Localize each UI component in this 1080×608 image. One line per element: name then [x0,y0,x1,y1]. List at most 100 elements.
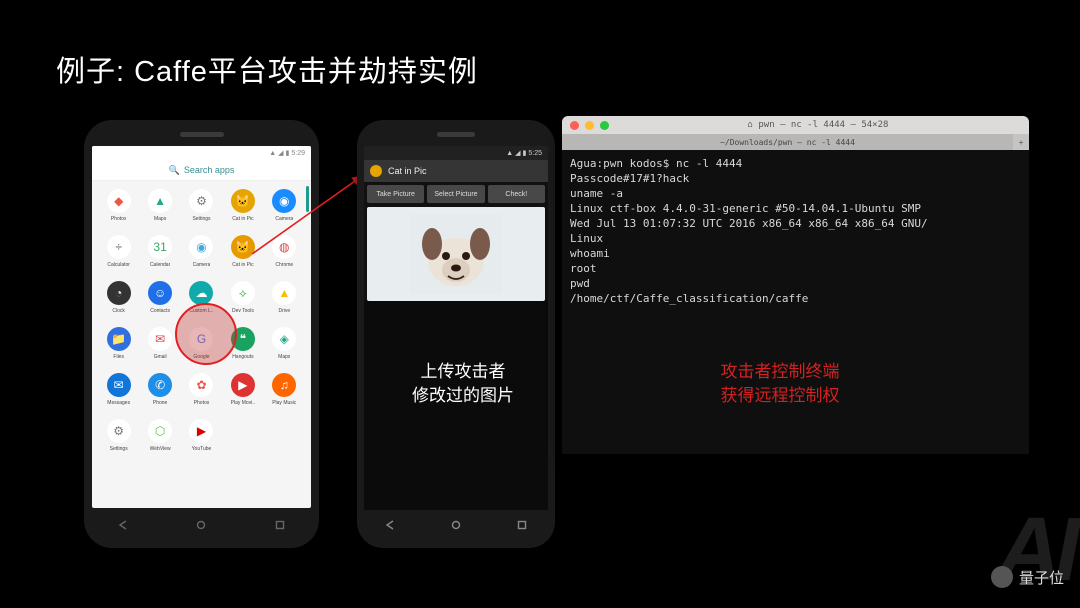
app-chrome[interactable]: ◍Chrome [265,235,303,268]
app-settings[interactable]: ⚙ Settings [182,189,220,222]
app-phone[interactable]: ✆Phone [141,373,179,406]
app-label: Play Music [272,400,296,406]
nav-recent-icon[interactable] [274,519,286,531]
app-photos[interactable]: ✿ Photos [182,373,220,406]
app-icon: 🐱 [231,189,255,213]
app-label: Clock [112,308,125,314]
nav-home-icon[interactable] [195,519,207,531]
app-label: Play Movi.. [231,400,255,406]
app-play-movi-[interactable]: ▶ Play Movi.. [224,373,262,406]
uploaded-image [367,207,545,301]
app-gmail[interactable]: ✉ Gmail [141,327,179,360]
search-apps[interactable]: 🔍 Search apps [92,160,311,181]
minimize-icon[interactable] [585,121,594,130]
app-label: Photos [194,400,210,406]
app-clock[interactable]: ◔ Clock [100,281,138,314]
app-maps[interactable]: ▲ Maps [141,189,179,222]
app-label: Maps [154,216,166,222]
wifi-icon: ▲ [269,150,276,157]
app-cat-in-pic[interactable]: 🐱 Cat in Pic [224,235,262,268]
app-drive[interactable]: ▲Drive [265,281,303,314]
app-icon: ♫ [272,373,296,397]
app-icon: ▲ [148,189,172,213]
nav-home-icon[interactable] [450,519,462,531]
app-calendar[interactable]: 31 Calendar [141,235,179,268]
app-icon: ◉ [272,189,296,213]
nav-back-icon[interactable] [384,519,396,531]
app-icon: ☺ [148,281,172,305]
app-icon: ◈ [272,327,296,351]
app-settings[interactable]: ⚙Settings [100,419,138,452]
search-label: Search apps [184,165,235,175]
phone-app-drawer: ▲ ◢ ▮ 5:29 🔍 Search apps ◆Photos▲Maps⚙Se… [84,120,319,548]
app-webview[interactable]: ⬡ WebView [141,419,179,452]
app-icon: ◆ [107,189,131,213]
app-label: WebView [150,446,171,452]
zoom-icon[interactable] [600,121,609,130]
app-label: Hangouts [232,354,253,360]
scrollbar[interactable] [306,186,309,212]
app-bar: Cat in Pic [364,160,548,182]
app-youtube[interactable]: ▶YouTube [182,419,220,452]
new-tab-icon[interactable]: + [1013,134,1029,150]
app-label: Messages [107,400,130,406]
signal-icon: ◢ [278,149,283,157]
app-maps[interactable]: ◈ Maps [265,327,303,360]
terminal-tab[interactable]: ~/Downloads/pwn — nc -l 4444 [562,134,1013,150]
slide-title: 例子: Caffe平台攻击并劫持实例 [56,48,478,90]
app-icon: ▶ [231,373,255,397]
app-icon: ◍ [272,235,296,259]
app-icon: ✉ [148,327,172,351]
battery-icon: ▮ [286,149,290,157]
app-title: Cat in Pic [388,166,427,176]
app-contacts[interactable]: ☺Contacts [141,281,179,314]
app-calculator[interactable]: ÷Calculator [100,235,138,268]
app-label: YouTube [192,446,212,452]
status-bar: ▲ ◢ ▮ 5:29 [92,146,311,160]
app-label: Camera [193,262,211,268]
app-label: Cat in Pic [232,216,253,222]
app-label: Maps [278,354,290,360]
window-title: pwn — nc -l 4444 — 54×28 [758,120,888,130]
app-icon: ◔ [107,281,131,305]
window-titlebar[interactable]: ⌂ pwn — nc -l 4444 — 54×28 [562,116,1029,134]
watermark-qbit: 量子位 [991,566,1064,588]
highlight-circle [175,303,237,365]
caption-upload: 上传攻击者修改过的图片 [370,360,556,408]
app-icon: ÷ [107,235,131,259]
app-label: Gmail [154,354,167,360]
take-picture-button[interactable]: Take Picture [367,185,424,203]
app-label: Dev Tools [232,308,254,314]
terminal-output[interactable]: Agua:pwn kodos$ nc -l 4444 Passcode#17#1… [562,150,1029,454]
app-icon: 🐱 [231,235,255,259]
app-label: Calendar [150,262,170,268]
close-icon[interactable] [570,121,579,130]
app-messages[interactable]: ✉Messages [100,373,138,406]
app-label: Photos [111,216,127,222]
app-play-music[interactable]: ♫ Play Music [265,373,303,406]
app-icon: ✆ [148,373,172,397]
app-icon: ⚙ [189,189,213,213]
select-picture-button[interactable]: Select Picture [427,185,484,203]
app-camera[interactable]: ◉Camera [265,189,303,222]
app-files[interactable]: 📁Files [100,327,138,360]
status-time: 5:25 [528,150,542,157]
app-label: Cat in Pic [232,262,253,268]
check-button[interactable]: Check! [488,185,545,203]
nav-back-icon[interactable] [117,519,129,531]
app-icon: ☁ [189,281,213,305]
search-icon: 🔍 [169,165,180,176]
app-label: Drive [278,308,290,314]
nav-recent-icon[interactable] [516,519,528,531]
status-time: 5:29 [291,150,305,157]
app-photos[interactable]: ◆ Photos [100,189,138,222]
status-bar: ▲◢▮ 5:25 [364,146,548,160]
app-icon: ✿ [189,373,213,397]
app-camera[interactable]: ◉Camera [182,235,220,268]
app-icon: ⬡ [148,419,172,443]
app-label: Settings [110,446,128,452]
app-label: Settings [192,216,210,222]
app-cat-in-pic[interactable]: 🐱 Cat in Pic [224,189,262,222]
app-dev-tools[interactable]: ⟡Dev Tools [224,281,262,314]
app-icon: 31 [148,235,172,259]
